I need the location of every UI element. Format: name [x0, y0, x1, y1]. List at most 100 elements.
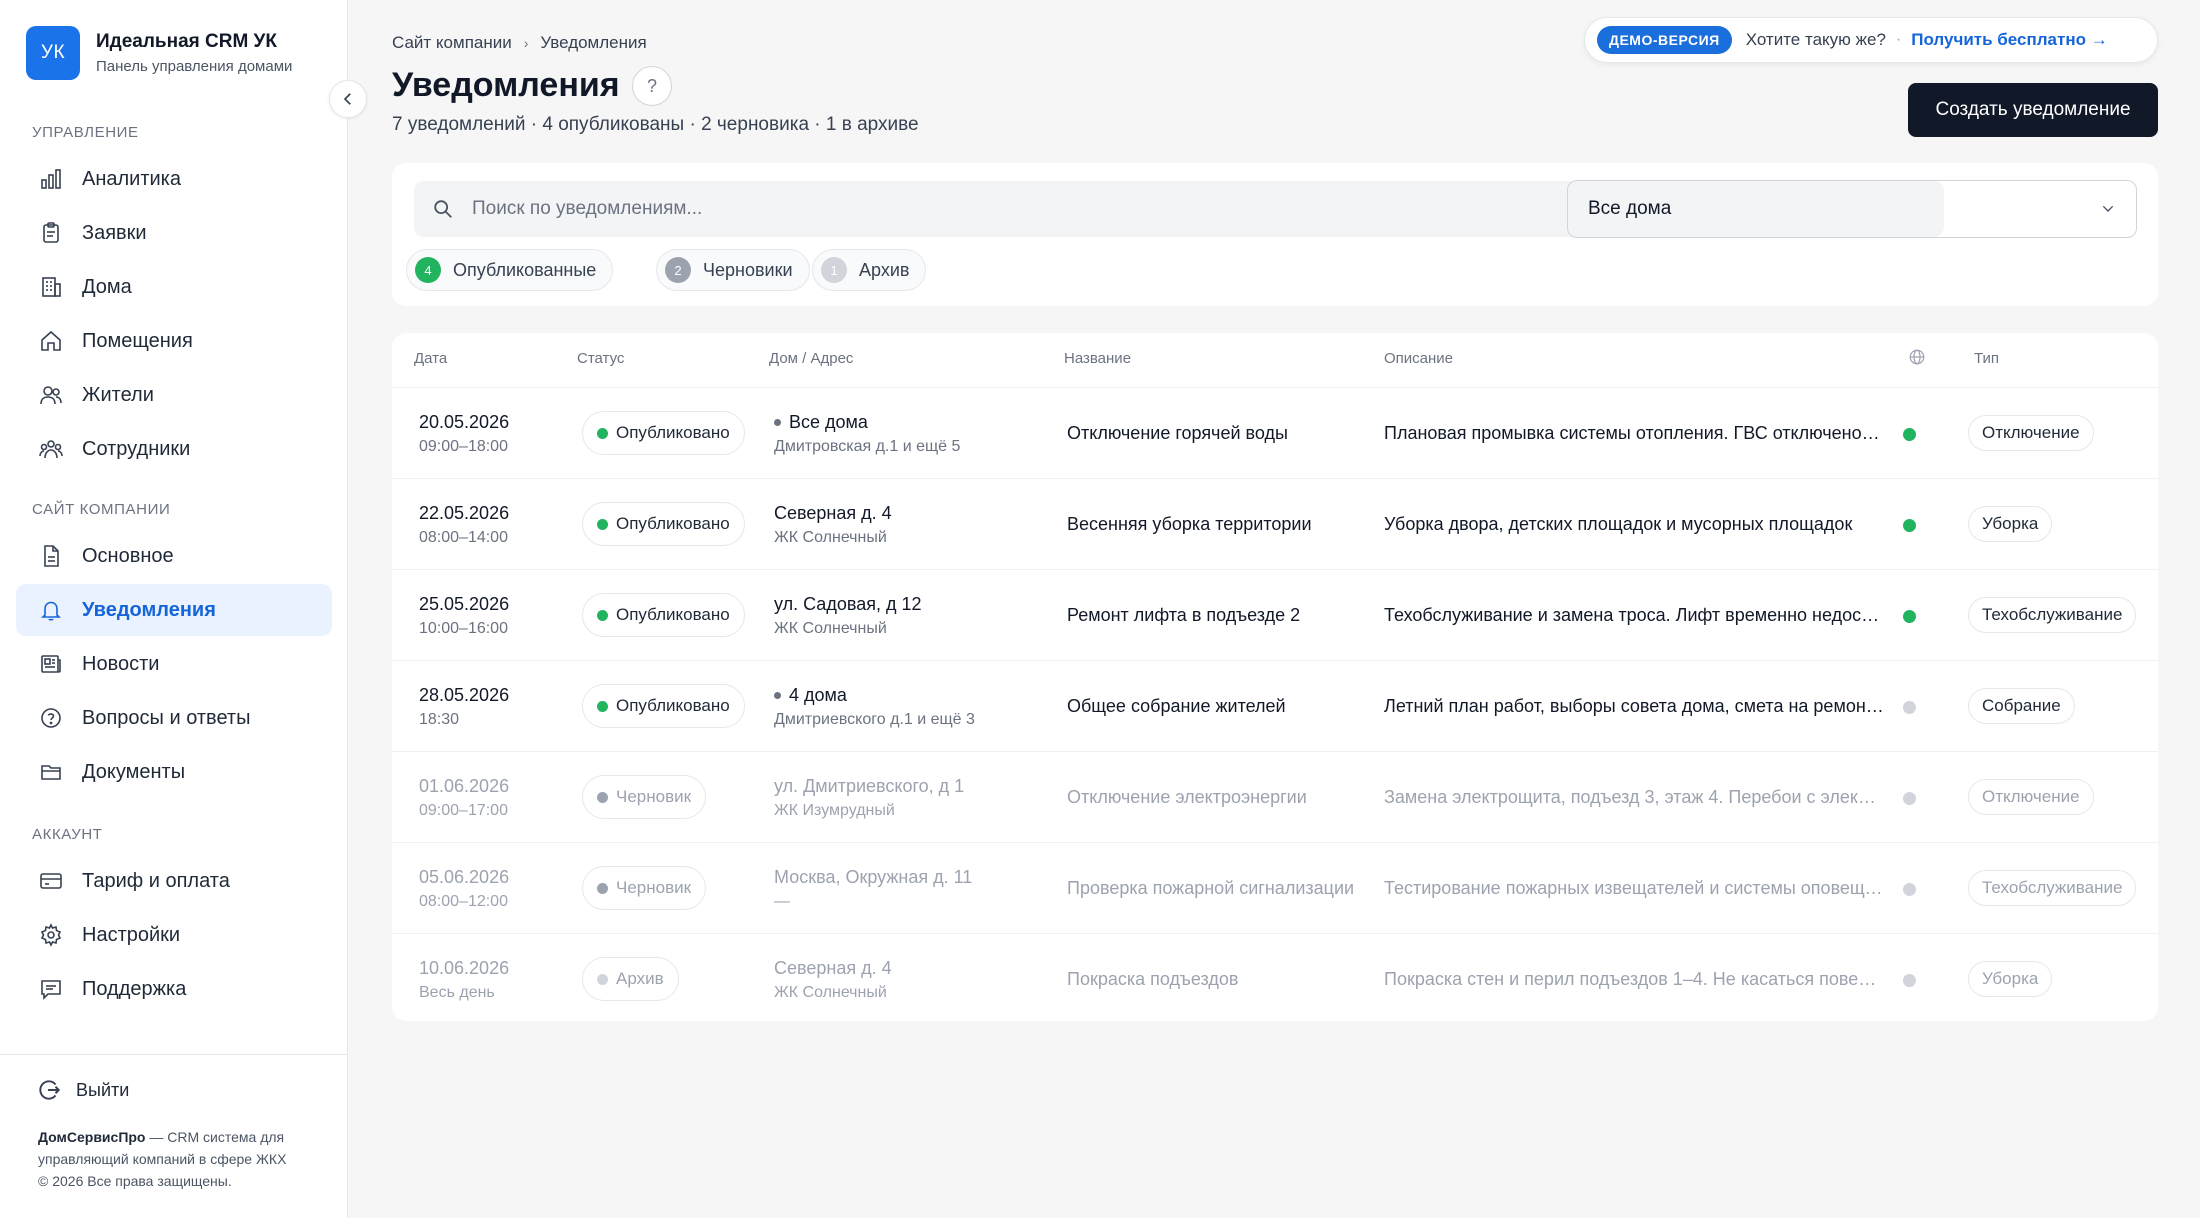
column-header-name[interactable]: Название [1064, 350, 1131, 367]
chip-count: 4 [415, 257, 441, 283]
table-row[interactable]: 28.05.2026 18:30 Опубликовано 4 дома Дми… [392, 661, 2158, 752]
sidebar-item-requests[interactable]: Заявки [16, 207, 332, 259]
time-value: 09:00–18:00 [419, 438, 508, 455]
column-header-address[interactable]: Дом / Адрес [769, 350, 853, 367]
address-cell: Северная д. 4 ЖК Солнечный [774, 479, 892, 547]
section-title-management: Управление [32, 124, 139, 141]
table-row[interactable]: 22.05.2026 08:00–14:00 Опубликовано Севе… [392, 479, 2158, 570]
houses-select[interactable]: Все дома [1567, 180, 2137, 238]
sidebar-item-faq[interactable]: Вопросы и ответы [16, 692, 332, 744]
sidebar-item-settings[interactable]: Настройки [16, 909, 332, 961]
sidebar-item-label: Дома [82, 275, 132, 298]
column-header-type[interactable]: Тип [1974, 350, 1999, 367]
sidebar-item-label: Тариф и оплата [82, 869, 230, 892]
demo-banner: ДЕМО-ВЕРСИЯ Хотите такую же? · Получить … [1584, 17, 2158, 63]
status-badge: Опубликовано [582, 411, 745, 455]
chevron-down-icon [2102, 205, 2114, 212]
notification-name: Общее собрание жителей [1067, 696, 1286, 716]
chip-count: 2 [665, 257, 691, 283]
brand[interactable]: УК Идеальная CRM УК Панель управления до… [26, 26, 292, 80]
footer-brand: ДомСервисПро [38, 1129, 146, 1145]
notification-name: Отключение электроэнергии [1067, 787, 1307, 807]
logout-icon [39, 1080, 61, 1100]
page-title: Уведомления [392, 66, 620, 104]
sidebar-item-label: Помещения [82, 329, 193, 352]
sidebar-item-documents[interactable]: Документы [16, 746, 332, 798]
filter-chip-published[interactable]: 4 Опубликованные [406, 249, 614, 291]
sidebar-item-label: Жители [82, 383, 154, 406]
question-icon [38, 705, 64, 731]
table-row[interactable]: 10.06.2026 Весь день Архив Северная д. 4… [392, 934, 2158, 1021]
address-sub: ЖК Солнечный [774, 984, 887, 1001]
sidebar-item-billing[interactable]: Тариф и оплата [16, 855, 332, 907]
address-cell: Все дома Дмитровская д.1 и ещё 5 [774, 388, 960, 456]
status-label: Опубликовано [616, 696, 730, 715]
status-label: Черновик [616, 878, 692, 897]
published-indicator [1903, 974, 1916, 987]
table-row[interactable]: 25.05.2026 10:00–16:00 Опубликовано ул. … [392, 570, 2158, 661]
status-label: Черновик [616, 787, 692, 806]
clipboard-icon [38, 220, 64, 246]
sidebar-item-support[interactable]: Поддержка [16, 963, 332, 1015]
table-row[interactable]: 20.05.2026 09:00–18:00 Опубликовано Все … [392, 388, 2158, 479]
create-notification-button[interactable]: Создать уведомление [1908, 83, 2158, 137]
type-badge: Уборка [1968, 506, 2053, 542]
sidebar-item-label: Основное [82, 544, 174, 567]
status-badge: Опубликовано [582, 684, 745, 728]
date-value: 01.06.2026 [419, 776, 510, 796]
breadcrumb-item[interactable]: Сайт компании [392, 33, 512, 53]
search-placeholder: Поиск по уведомлениям... [472, 198, 703, 219]
address-cell: Москва, Окружная д. 11 — [774, 843, 972, 911]
column-header-status[interactable]: Статус [577, 350, 624, 367]
sidebar-item-main[interactable]: Основное [16, 530, 332, 582]
column-header-description[interactable]: Описание [1384, 350, 1453, 367]
search-icon [434, 200, 452, 218]
sidebar-item-news[interactable]: Новости [16, 638, 332, 690]
status-dot [597, 882, 608, 894]
collapse-sidebar-button[interactable] [329, 80, 367, 118]
staff-icon [38, 436, 64, 462]
status-dot [597, 427, 608, 439]
sidebar-item-label: Заявки [82, 221, 147, 244]
time-value: 18:30 [419, 711, 460, 728]
chip-label: Черновики [703, 259, 793, 280]
date-value: 25.05.2026 [419, 594, 510, 614]
sidebar-item-staff[interactable]: Сотрудники [16, 423, 332, 475]
section-title-account: Аккаунт [32, 826, 103, 843]
breadcrumb-current: Уведомления [540, 33, 647, 52]
sidebar-item-premises[interactable]: Помещения [16, 315, 332, 367]
published-indicator [1903, 701, 1916, 714]
address-main: Все дома [774, 412, 960, 433]
help-button[interactable]: ? [632, 66, 672, 106]
address-value: ул. Садовая, д 12 [774, 594, 922, 614]
chat-icon [38, 976, 64, 1002]
get-free-link[interactable]: Получить бесплатно → [1911, 30, 2107, 50]
filter-chip-archive[interactable]: 1 Архив [812, 249, 927, 291]
address-value: Москва, Окружная д. 11 [774, 867, 973, 887]
logout-button[interactable]: Выйти [36, 1077, 129, 1103]
table-row[interactable]: 01.06.2026 09:00–17:00 Черновик ул. Дмит… [392, 752, 2158, 843]
date-cell: 10.06.2026 Весь день [419, 934, 509, 1002]
notification-name: Проверка пожарной сигнализации [1067, 878, 1355, 898]
status-label: Архив [616, 969, 664, 988]
address-value: 4 дома [789, 685, 847, 705]
sidebar-item-label: Поддержка [82, 977, 187, 1000]
status-label: Опубликовано [616, 423, 730, 442]
column-header-date[interactable]: Дата [414, 350, 447, 367]
address-main: ул. Садовая, д 12 [774, 594, 921, 615]
sidebar-item-residents[interactable]: Жители [16, 369, 332, 421]
address-main: Москва, Окружная д. 11 [774, 867, 972, 888]
address-cell: ул. Дмитриевского, д 1 ЖК Изумрудный [774, 752, 964, 820]
sidebar-item-analytics[interactable]: Аналитика [16, 153, 332, 205]
address-cell: Северная д. 4 ЖК Солнечный [774, 934, 892, 1002]
table-row[interactable]: 05.06.2026 08:00–12:00 Черновик Москва, … [392, 843, 2158, 934]
residents-icon [38, 382, 64, 408]
sidebar-item-notifications[interactable]: Уведомления [16, 584, 332, 636]
demo-separator: · [1895, 31, 1902, 48]
demo-badge: ДЕМО-ВЕРСИЯ [1597, 26, 1732, 54]
filter-chip-drafts[interactable]: 2 Черновики [656, 249, 810, 291]
address-sub: — [774, 893, 790, 910]
date-cell: 20.05.2026 09:00–18:00 [419, 388, 509, 456]
notification-description: Покраска стен и перил подъездов 1–4. Не … [1384, 969, 1884, 989]
sidebar-item-houses[interactable]: Дома [16, 261, 332, 313]
